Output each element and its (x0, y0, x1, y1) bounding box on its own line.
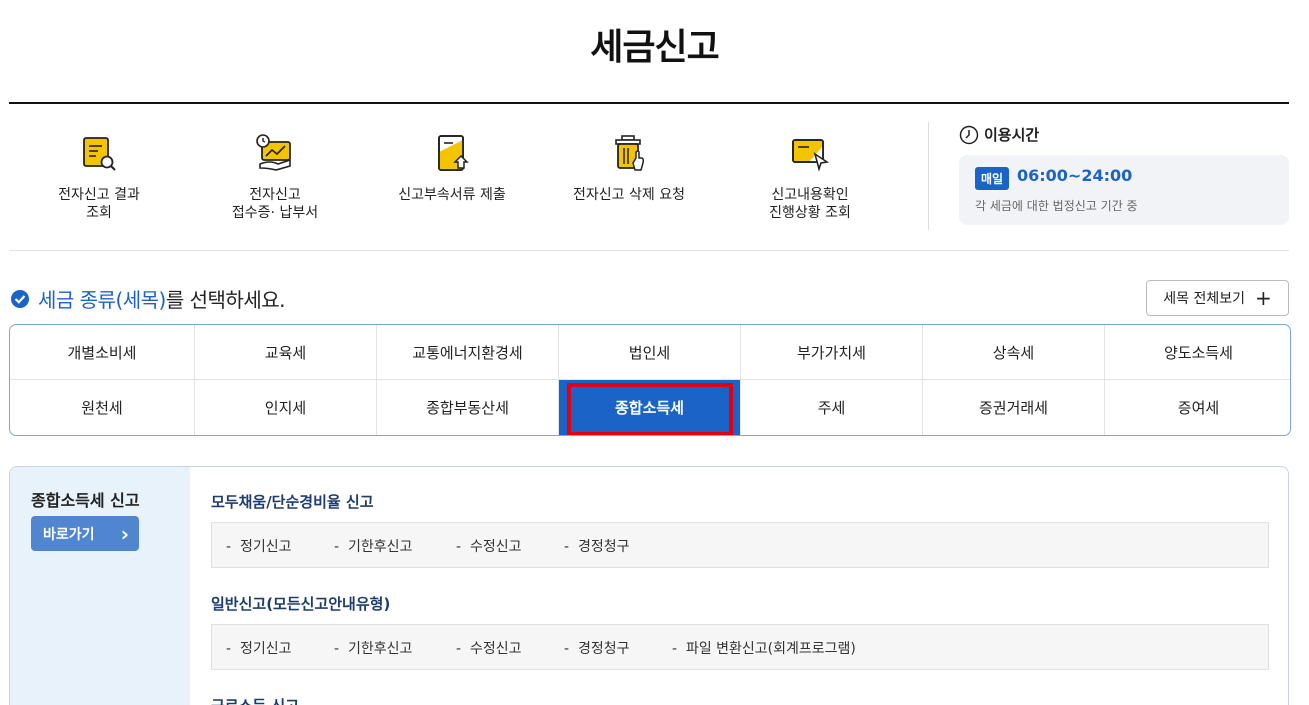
document-upload-icon (438, 135, 469, 171)
hours-box: 매일 06:00~24:00 각 세금에 대한 법정신고 기간 중 (959, 155, 1289, 225)
link-item[interactable]: - 수정신고 (456, 638, 521, 658)
hours-badge: 매일 (975, 167, 1010, 190)
quick-item-progress-check[interactable]: 신고내용확인 진행상황 조회 (720, 130, 900, 222)
tax-type-item[interactable]: 인지세 (195, 380, 377, 435)
quick-menu: 전자신고 결과 조회 전자신고 접수증· 납부서 신고부속서류 제출 전자신고 … (9, 104, 929, 250)
panel-side: 종합소득세 신고 바로가기 › (10, 467, 190, 705)
quick-item-label: 신고내용확인 진행상황 조회 (769, 187, 851, 221)
quick-item-result-search[interactable]: 전자신고 결과 조회 (9, 130, 189, 222)
tax-type-item[interactable]: 종합부동산세 (377, 380, 559, 435)
section-title[interactable]: 근로소득 신고 (211, 695, 299, 705)
view-all-button[interactable]: 세목 전체보기 + (1146, 280, 1289, 316)
page-title: 세금신고 (590, 27, 719, 68)
check-circle-icon (11, 289, 29, 308)
progress-check-icon (792, 139, 830, 172)
quick-item-label: 신고부속서류 제출 (398, 187, 506, 203)
tax-type-item[interactable]: 교육세 (195, 325, 377, 380)
tax-type-item[interactable]: 상속세 (923, 325, 1105, 380)
quick-item-receipt[interactable]: 전자신고 접수증· 납부서 (185, 130, 365, 222)
section-title[interactable]: 모두채움/단순경비율 신고 (211, 491, 374, 512)
hours-desc: 각 세금에 대한 법정신고 기간 중 (975, 199, 1138, 213)
tax-type-item[interactable]: 교통에너지환경세 (377, 325, 559, 380)
go-button-label: 바로가기 (43, 526, 95, 543)
hours-time: 06:00~24:00 (1017, 166, 1133, 185)
hours-title-text: 이용시간 (984, 126, 1040, 144)
plus-icon: + (1254, 286, 1272, 310)
link-box: - 정기신고 - 기한후신고 - 수정신고 - 경정청구 (211, 522, 1269, 568)
link-box: - 정기신고 - 기한후신고 - 수정신고 - 경정청구 - 파일 변환신고(회… (211, 624, 1269, 670)
link-item[interactable]: - 파일 변환신고(회계프로그램) (672, 638, 856, 658)
link-item[interactable]: - 경정청구 (564, 638, 629, 658)
hours-title: 이용시간 (959, 124, 1039, 145)
link-item[interactable]: - 정기신고 (226, 536, 291, 556)
quick-item-delete-request[interactable]: 전자신고 삭제 요청 (539, 130, 719, 204)
vertical-divider (928, 122, 929, 230)
quick-item-label: 전자신고 삭제 요청 (573, 187, 685, 203)
select-heading-text: 를 선택하세요. (165, 288, 286, 312)
quick-item-label: 전자신고 접수증· 납부서 (231, 187, 319, 221)
link-item[interactable]: - 정기신고 (226, 638, 291, 658)
tax-type-item[interactable]: 증권거래세 (923, 380, 1105, 435)
tax-type-item[interactable]: 원천세 (10, 380, 195, 435)
quick-item-doc-submit[interactable]: 신고부속서류 제출 (362, 130, 542, 204)
section-divider (9, 250, 1289, 251)
go-button[interactable]: 바로가기 › (31, 516, 139, 551)
select-heading: 세금 종류(세목)를 선택하세요. (10, 284, 286, 313)
tax-type-item[interactable]: 양도소득세 (1105, 325, 1290, 380)
tax-type-item[interactable]: 법인세 (559, 325, 741, 380)
panel-side-title: 종합소득세 신고 (31, 491, 140, 510)
trash-delete-icon (615, 135, 645, 171)
quick-item-label: 전자신고 결과 조회 (58, 187, 140, 221)
tax-type-item-selected[interactable]: 종합소득세 (559, 380, 741, 435)
clock-icon (959, 125, 979, 144)
chevron-right-icon: › (120, 521, 129, 546)
tax-type-item[interactable]: 개별소비세 (10, 325, 195, 380)
receipt-payment-icon (256, 134, 291, 171)
tax-type-item[interactable]: 주세 (741, 380, 923, 435)
filing-panel: 종합소득세 신고 바로가기 › 모두채움/단순경비율 신고 - 정기신고 - 기… (9, 466, 1289, 705)
view-all-label: 세목 전체보기 (1163, 291, 1245, 307)
tax-type-item[interactable]: 증여세 (1105, 380, 1290, 435)
report-search-icon (83, 137, 116, 171)
select-heading-highlight: 세금 종류(세목) (38, 288, 166, 312)
link-item[interactable]: - 수정신고 (456, 536, 521, 556)
link-item[interactable]: - 경정청구 (564, 536, 629, 556)
tax-type-grid: 개별소비세 교육세 교통에너지환경세 법인세 부가가치세 상속세 양도소득세 원… (9, 324, 1291, 436)
link-item[interactable]: - 기한후신고 (334, 638, 412, 658)
tax-type-item[interactable]: 부가가치세 (741, 325, 923, 380)
section-title[interactable]: 일반신고(모든신고안내유형) (211, 593, 390, 614)
link-item[interactable]: - 기한후신고 (334, 536, 412, 556)
